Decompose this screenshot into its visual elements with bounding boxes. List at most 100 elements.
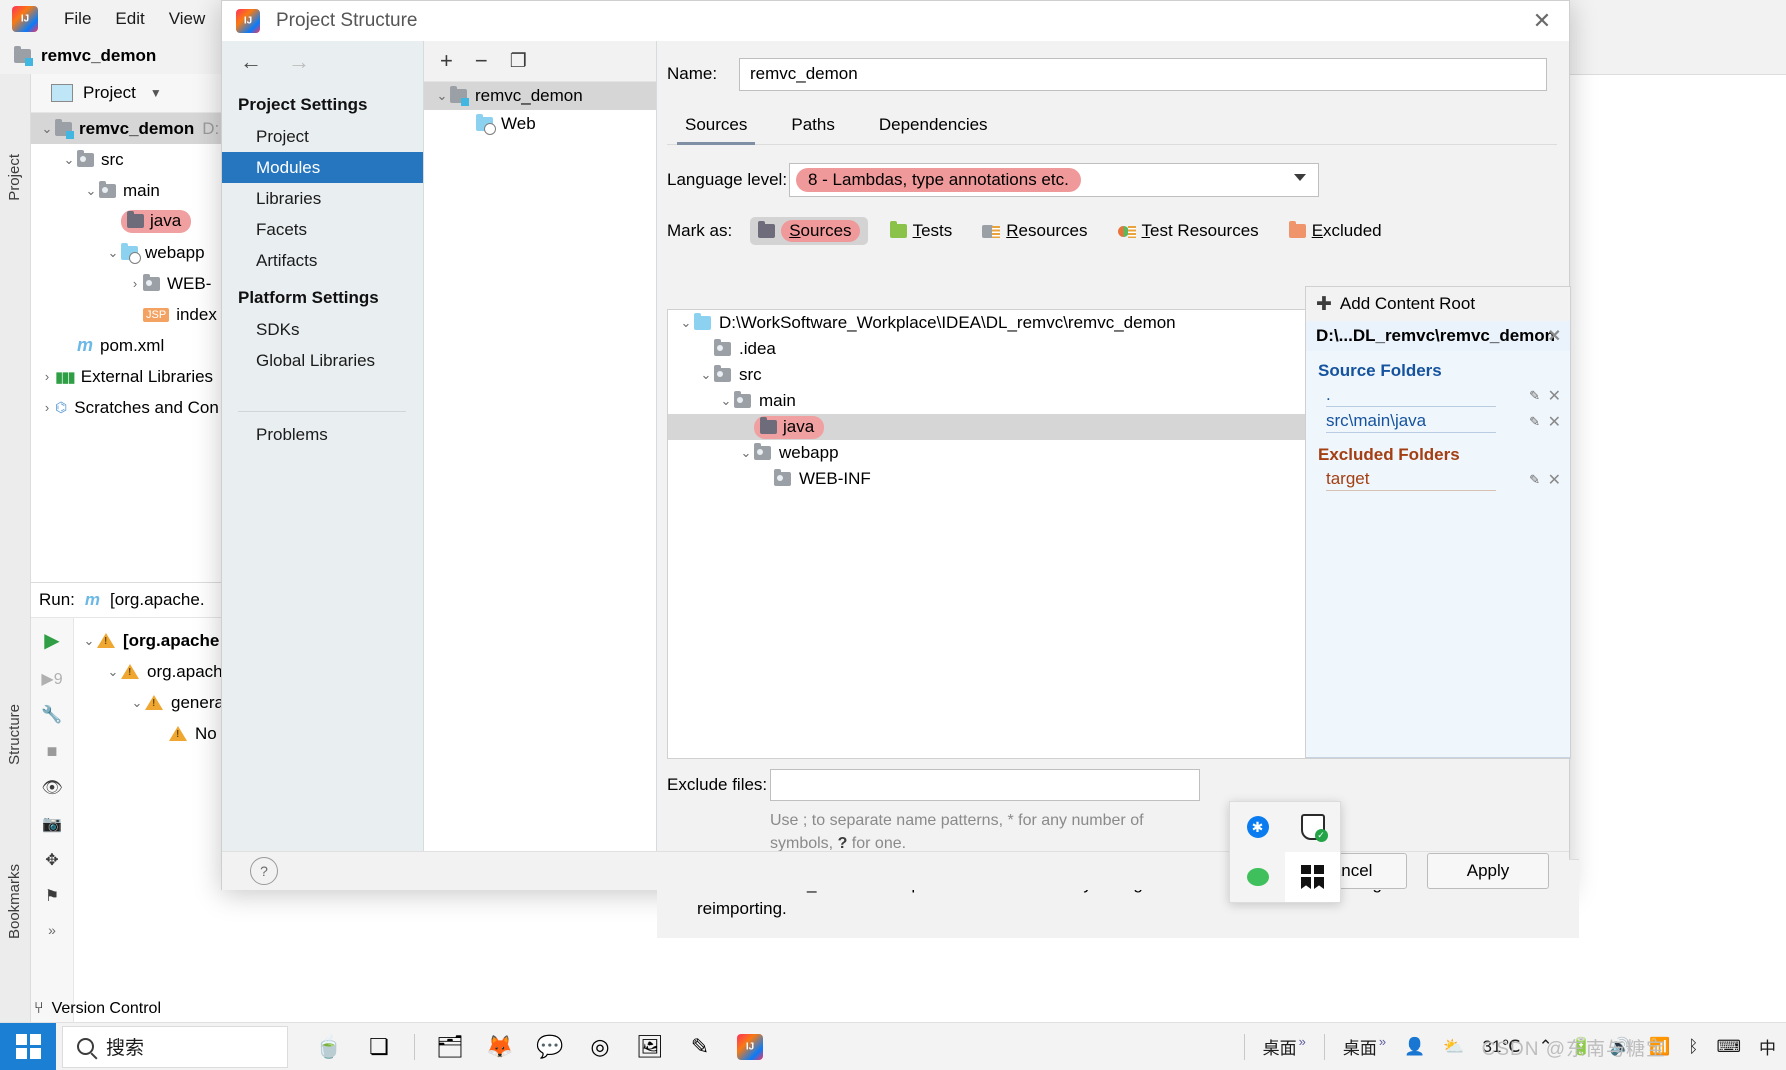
help-button[interactable]: ? <box>250 857 278 885</box>
content-folder-tree-row[interactable]: .idea <box>668 336 1305 362</box>
project-tree-row[interactable]: ⌄ remvc_demon D: <box>31 113 251 144</box>
edit-pencil-icon[interactable]: ✎ <box>1529 414 1540 430</box>
sidebar-item-sdks[interactable]: SDKs <box>222 314 423 345</box>
content-folder-tree-row[interactable]: ⌄ src <box>668 362 1305 388</box>
run-output-row[interactable]: ⌄ org.apach <box>81 656 224 687</box>
tree-twisty[interactable]: ⌄ <box>61 152 77 168</box>
windows-start-icon[interactable] <box>0 1023 56 1070</box>
sidebar-item-project[interactable]: Project <box>222 121 423 152</box>
run-output-tree[interactable]: ⌄[org.apache⌄org.apach⌄generaNo <box>81 625 224 749</box>
remove-folder-icon[interactable]: ✕ <box>1548 386 1561 406</box>
tab-dependencies[interactable]: Dependencies <box>861 109 1006 144</box>
browser-icon[interactable]: ◎ <box>585 1032 615 1062</box>
desktop-2-button[interactable]: 桌面» <box>1343 1034 1386 1059</box>
editor-icon[interactable]: ✎ <box>685 1032 715 1062</box>
ime-icon[interactable]: 中 <box>1759 1034 1776 1059</box>
tool-window-button-bookmarks[interactable]: Bookmarks <box>6 864 23 939</box>
project-tree-row[interactable]: › WEB- <box>31 268 251 299</box>
sidebar-item-libraries[interactable]: Libraries <box>222 183 423 214</box>
tree-twisty[interactable]: ⌄ <box>434 88 450 104</box>
tree-twisty[interactable]: ⌄ <box>678 315 694 331</box>
module-list[interactable]: ⌄ remvc_demon Web <box>424 82 656 138</box>
search-input[interactable]: 搜索 <box>62 1025 288 1068</box>
close-icon[interactable]: ✕ <box>1515 1 1569 41</box>
sidebar-item-artifacts[interactable]: Artifacts <box>222 245 423 276</box>
tree-twisty[interactable]: ⌄ <box>698 367 714 383</box>
menu-file[interactable]: File <box>52 9 103 29</box>
source-folder-row[interactable]: src\main\java ✎ ✕ <box>1306 409 1570 435</box>
mark-as-test-resources-button[interactable]: Test Resources <box>1110 218 1267 244</box>
tree-twisty[interactable]: ⌄ <box>105 664 121 680</box>
soft-wrap-eye-icon[interactable]: 👁 <box>41 778 63 798</box>
keyboard-icon[interactable]: ⌨ <box>1716 1037 1741 1057</box>
menu-edit[interactable]: Edit <box>103 9 156 29</box>
mark-as-excluded-button[interactable]: Excluded <box>1281 218 1390 244</box>
content-folder-tree-row[interactable]: ⌄ webapp <box>668 440 1305 466</box>
sidebar-item-problems[interactable]: Problems <box>222 419 423 450</box>
tree-twisty[interactable]: › <box>127 276 143 291</box>
run-output-row[interactable]: ⌄ [org.apache <box>81 625 224 656</box>
project-tree-row[interactable]: › ⌬ Scratches and Con <box>31 392 251 423</box>
excluded-folder-row[interactable]: target ✎ ✕ <box>1306 467 1570 493</box>
file-explorer-icon[interactable]: 🗂 <box>435 1032 465 1062</box>
idea-icon[interactable] <box>735 1032 765 1062</box>
mark-as-tests-button[interactable]: Tests <box>882 218 961 244</box>
project-tool-window-header[interactable]: Project ▼ <box>31 74 251 113</box>
copy-module-icon[interactable]: ❐ <box>510 50 527 73</box>
windows-icon[interactable] <box>1285 852 1340 902</box>
tool-window-button-structure[interactable]: Structure <box>6 704 23 765</box>
project-tree-row[interactable]: m pom.xml <box>31 330 251 361</box>
bluetooth-tray-icon[interactable]: ᛒ <box>1688 1037 1698 1057</box>
project-tree-row[interactable]: JSP index <box>31 299 251 330</box>
weather-icon[interactable]: ⛅ <box>1443 1037 1464 1057</box>
project-tree-row[interactable]: › ▮▮▮ External Libraries <box>31 361 251 392</box>
tool-window-button-project[interactable]: Project <box>6 154 23 201</box>
tree-twisty[interactable]: › <box>39 400 55 415</box>
tree-twisty[interactable]: ⌄ <box>105 245 121 261</box>
tree-twisty[interactable]: ⌄ <box>738 445 754 461</box>
tree-twisty[interactable]: ⌄ <box>83 183 99 199</box>
sidebar-item-facets[interactable]: Facets <box>222 214 423 245</box>
content-folder-tree[interactable]: ⌄ D:\WorkSoftware_Workplace\IDEA\DL_remvc… <box>667 309 1306 759</box>
photos-icon[interactable]: 🖼 <box>635 1032 665 1062</box>
module-list-item[interactable]: Web <box>424 110 656 138</box>
security-shield-icon[interactable] <box>1285 802 1340 852</box>
settings-wrench-icon[interactable]: 🔧 <box>41 705 62 725</box>
filter-icon[interactable]: ✥ <box>45 850 58 870</box>
tree-twisty[interactable]: › <box>39 369 55 384</box>
rerun-icon[interactable]: ▶ <box>44 628 59 653</box>
remove-module-icon[interactable]: − <box>475 48 488 74</box>
bluetooth-icon[interactable]: ✱ <box>1230 802 1285 852</box>
tree-twisty[interactable]: ⌄ <box>718 393 734 409</box>
menu-view[interactable]: View <box>157 9 218 29</box>
tree-twisty[interactable]: ⌄ <box>81 633 97 649</box>
mark-as-sources-button[interactable]: Sources <box>750 217 868 245</box>
cooking-icon[interactable]: 🍵 <box>314 1032 344 1062</box>
content-folder-tree-row[interactable]: ⌄ main <box>668 388 1305 414</box>
edit-pencil-icon[interactable]: ✎ <box>1529 388 1540 404</box>
tab-sources[interactable]: Sources <box>667 109 765 145</box>
project-tree-row[interactable]: ⌄ webapp <box>31 237 251 268</box>
project-tree-row[interactable]: ⌄ src <box>31 144 251 175</box>
screenshot-icon[interactable]: 📷 <box>42 814 62 834</box>
remove-folder-icon[interactable]: ✕ <box>1548 470 1561 490</box>
tab-paths[interactable]: Paths <box>773 109 852 144</box>
desktop-1-button[interactable]: 桌面» <box>1263 1034 1306 1059</box>
tree-twisty[interactable]: ⌄ <box>39 121 55 137</box>
content-folder-tree-row[interactable]: java <box>668 414 1305 440</box>
more-icon[interactable]: » <box>48 922 56 938</box>
people-icon[interactable]: 👤 <box>1404 1037 1425 1057</box>
language-level-select[interactable]: 8 - Lambdas, type annotations etc. <box>789 163 1319 197</box>
tree-twisty[interactable]: ⌄ <box>129 695 145 711</box>
project-tree-row[interactable]: java <box>31 206 251 237</box>
content-folder-tree-row[interactable]: WEB-INF <box>668 466 1305 492</box>
remove-content-root-icon[interactable]: ✕ <box>1548 326 1561 346</box>
wechat-icon[interactable] <box>1230 852 1285 902</box>
module-list-item[interactable]: ⌄ remvc_demon <box>424 82 656 110</box>
run-output-row[interactable]: ⌄ genera <box>81 687 224 718</box>
back-arrow-icon[interactable]: ← <box>240 49 262 75</box>
apply-button[interactable]: Apply <box>1427 853 1549 889</box>
status-bar-version-control[interactable]: ⑂ Version Control <box>34 1000 161 1018</box>
wechat-icon[interactable]: 💬 <box>535 1032 565 1062</box>
project-tree-row[interactable]: ⌄ main <box>31 175 251 206</box>
